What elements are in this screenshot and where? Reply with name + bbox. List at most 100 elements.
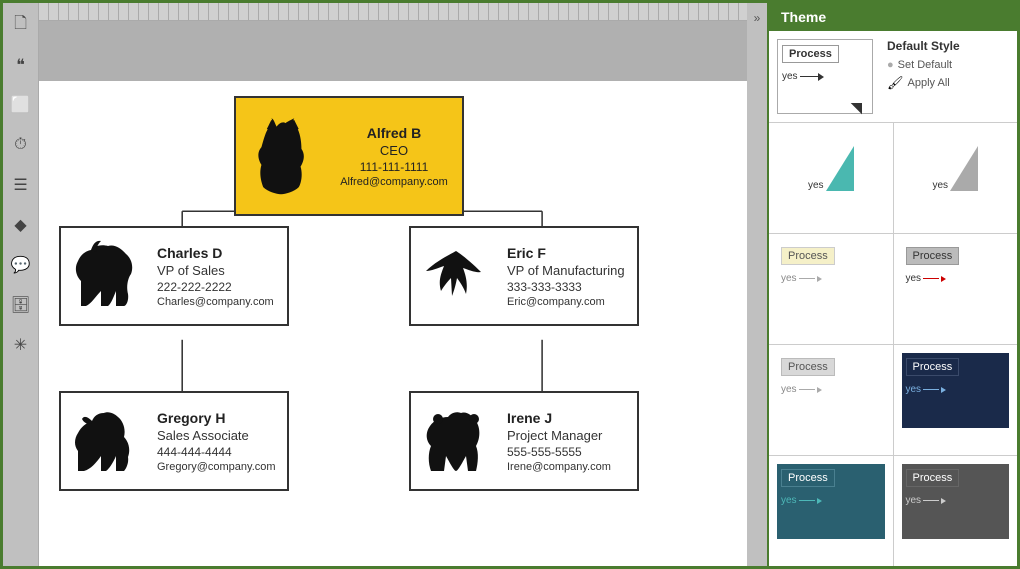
header-bar: [39, 21, 747, 81]
arrow-line-darkblue: [923, 389, 939, 390]
theme-grid: yes yes Process: [769, 123, 1017, 566]
yes-arrow-gray: yes: [906, 273, 1006, 284]
clock-icon-btn[interactable]: ⏱: [7, 131, 35, 159]
theme-dark-blue[interactable]: Process yes: [894, 345, 1018, 455]
arrow-line-default: [800, 76, 818, 77]
gregory-title: Sales Associate: [157, 428, 281, 443]
charles-title: VP of Sales: [157, 263, 281, 278]
theme-gray-box[interactable]: Process yes: [894, 234, 1018, 344]
theme-teal-dark[interactable]: Process yes: [769, 456, 893, 566]
arrow-line-yellow: [799, 278, 815, 279]
gregory-name: Gregory H: [157, 410, 281, 426]
theme-light-yellow[interactable]: Process yes: [769, 234, 893, 344]
ceo-email: Alfred@company.com: [340, 176, 448, 188]
teal-triangle: [826, 146, 854, 191]
collapse-panel-icon[interactable]: »: [754, 11, 761, 25]
canvas-area: Alfred B CEO 111-111-1111 Alfred@company…: [39, 3, 747, 566]
yes-arrow-lightgray: yes: [781, 384, 881, 395]
yes-arrow-yellow: yes: [781, 273, 881, 284]
default-theme-box: Process yes: [777, 39, 873, 114]
chat-icon-btn[interactable]: 💬: [7, 251, 35, 279]
ceo-title: CEO: [380, 143, 408, 158]
silver-shape-row: yes: [932, 146, 978, 191]
default-style-label: Default Style: [887, 39, 1009, 53]
silver-preview: yes: [902, 131, 1010, 206]
irene-email: Irene@company.com: [507, 461, 631, 473]
yes-arrow-default: yes: [782, 71, 868, 82]
yes-tealDark: yes: [781, 495, 797, 506]
ceo-icon: [236, 98, 326, 214]
ruler-top: [39, 3, 747, 21]
charles-node[interactable]: Charles D VP of Sales 222-222-2222 Charl…: [59, 226, 289, 326]
quote-icon-btn[interactable]: ❝: [7, 51, 35, 79]
silver-yes: yes: [932, 180, 948, 191]
yes-arrow-darkblue: yes: [906, 384, 1006, 395]
irene-phone: 555-555-5555: [507, 445, 631, 459]
irene-info: Irene J Project Manager 555-555-5555 Ire…: [501, 393, 637, 489]
asterisk-icon-btn[interactable]: ✳: [7, 331, 35, 359]
diagonal-arrow-default: [854, 95, 870, 111]
theme-dark-gray[interactable]: Process yes: [894, 456, 1018, 566]
yes-arrow-tealDark: yes: [781, 495, 881, 506]
eric-title: VP of Manufacturing: [507, 263, 631, 278]
process-label-darkgray: Process: [906, 469, 960, 487]
yes-label-default: yes: [782, 71, 798, 82]
eric-node[interactable]: Eric F VP of Manufacturing 333-333-3333 …: [409, 226, 639, 326]
arrow-head-lightgray: [817, 387, 822, 393]
teal-shape-row: yes: [808, 146, 854, 191]
set-default-btn[interactable]: ● Set Default: [887, 59, 1009, 71]
eric-info: Eric F VP of Manufacturing 333-333-3333 …: [501, 228, 637, 324]
charles-icon: [61, 228, 151, 324]
process-label-lightgray: Process: [781, 358, 835, 376]
ceo-node[interactable]: Alfred B CEO 111-111-1111 Alfred@company…: [234, 96, 464, 216]
gregory-phone: 444-444-4444: [157, 445, 281, 459]
process-label-gray: Process: [906, 247, 960, 265]
main-container: 🗋 ❝ ⬜ ⏱ ☰ ◆ 💬 🗄 ✳: [3, 3, 1017, 566]
gregory-node[interactable]: Gregory H Sales Associate 444-444-4444 G…: [59, 391, 289, 491]
irene-title: Project Manager: [507, 428, 631, 443]
present-icon-btn[interactable]: ⬜: [7, 91, 35, 119]
charles-info: Charles D VP of Sales 222-222-2222 Charl…: [151, 228, 287, 324]
irene-name: Irene J: [507, 410, 631, 426]
light-gray-preview: Process yes: [777, 353, 885, 428]
gregory-info: Gregory H Sales Associate 444-444-4444 G…: [151, 393, 287, 489]
page-icon-btn[interactable]: 🗋: [7, 11, 35, 39]
arrow-line-gray: [923, 278, 939, 279]
layers-icon-btn[interactable]: ☰: [7, 171, 35, 199]
selected-theme-preview[interactable]: Process yes: [769, 31, 879, 122]
yes-arrow-darkgray: yes: [906, 495, 1006, 506]
process-label-default: Process: [782, 45, 839, 63]
eric-phone: 333-333-3333: [507, 280, 631, 294]
expand-area[interactable]: »: [747, 3, 767, 566]
dark-blue-preview: Process yes: [902, 353, 1010, 428]
arrow-line-tealDark: [799, 500, 815, 501]
diamond-icon-btn[interactable]: ◆: [7, 211, 35, 239]
theme-silver[interactable]: yes: [894, 123, 1018, 233]
yes-darkblue: yes: [906, 384, 922, 395]
process-label-darkblue: Process: [906, 358, 960, 376]
eric-name: Eric F: [507, 245, 631, 261]
theme-teal[interactable]: yes: [769, 123, 893, 233]
process-label-yellow: Process: [781, 247, 835, 265]
set-default-label: Set Default: [898, 59, 952, 71]
arrow-line-darkgray: [923, 500, 939, 501]
teal-preview: yes: [777, 131, 885, 206]
arrow-head-darkblue: [941, 387, 946, 393]
teal-yes: yes: [808, 180, 824, 191]
eric-email: Eric@company.com: [507, 296, 631, 308]
radio-icon: ●: [887, 59, 894, 71]
right-panel: Theme Process yes Defa: [767, 3, 1017, 566]
charles-phone: 222-222-2222: [157, 280, 281, 294]
diagram-canvas[interactable]: Alfred B CEO 111-111-1111 Alfred@company…: [39, 21, 747, 566]
gregory-email: Gregory@company.com: [157, 461, 281, 473]
db-icon-btn[interactable]: 🗄: [7, 291, 35, 319]
irene-node[interactable]: Irene J Project Manager 555-555-5555 Ire…: [409, 391, 639, 491]
top-theme-row: Process yes Default Style ● Set Defau: [769, 31, 1017, 123]
sidebar-icons: 🗋 ❝ ⬜ ⏱ ☰ ◆ 💬 🗄 ✳: [3, 3, 39, 566]
charles-name: Charles D: [157, 245, 281, 261]
theme-light-gray[interactable]: Process yes: [769, 345, 893, 455]
gregory-icon: [61, 393, 151, 489]
light-yellow-preview: Process yes: [777, 242, 885, 317]
yes-yellow: yes: [781, 273, 797, 284]
apply-all-btn[interactable]: 🖌 Apply All: [887, 75, 1009, 91]
